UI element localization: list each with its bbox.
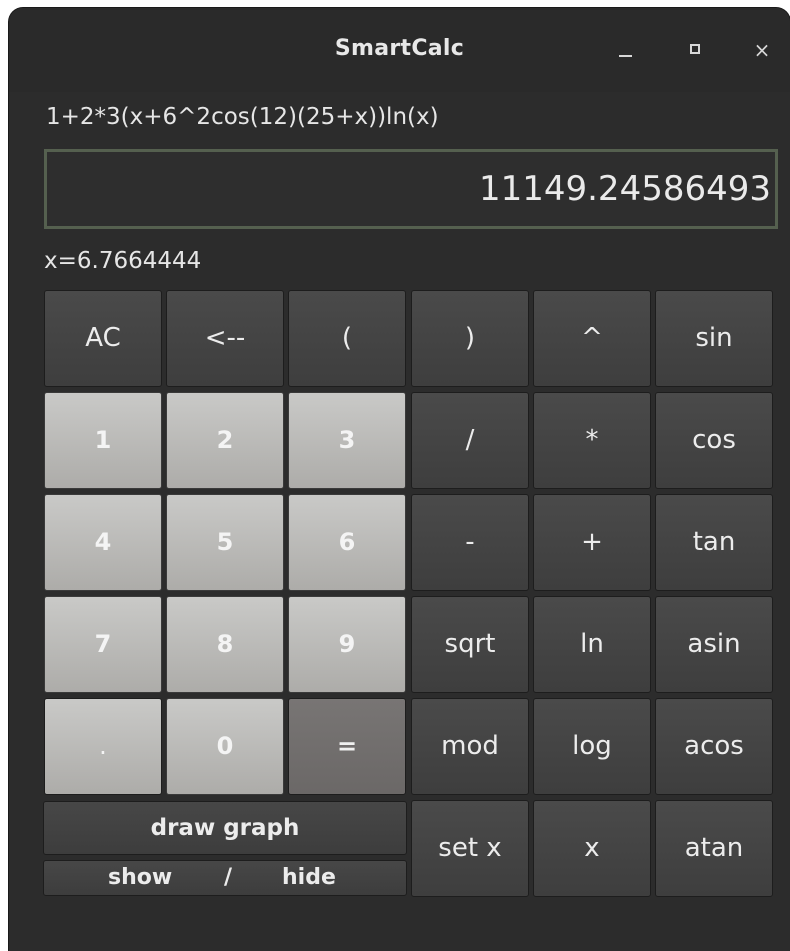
tan-button[interactable]: tan [655,494,773,591]
show-label: show [108,865,173,890]
minimize-button[interactable] [607,32,643,68]
close-button[interactable]: × [744,32,780,68]
draw-graph-button[interactable]: draw graph [43,801,407,855]
sqrt-button[interactable]: sqrt [411,596,529,693]
maximize-button[interactable] [678,32,714,68]
set-x-button[interactable]: set x [411,800,529,897]
decimal-point-button[interactable]: . [44,698,162,795]
atan-button[interactable]: atan [655,800,773,897]
mod-button[interactable]: mod [411,698,529,795]
acos-button[interactable]: acos [655,698,773,795]
digit-6-button[interactable]: 6 [288,494,406,591]
left-paren-button[interactable]: ( [288,290,406,387]
digit-4-button[interactable]: 4 [44,494,162,591]
log-button[interactable]: log [533,698,651,795]
equals-button[interactable]: = [288,698,406,795]
sin-button[interactable]: sin [655,290,773,387]
asin-button[interactable]: asin [655,596,773,693]
cos-button[interactable]: cos [655,392,773,489]
title-bar[interactable]: SmartCalc × [9,8,790,92]
calculator-window: SmartCalc × 1+2*3(x+6^2cos(12)(25+x))ln(… [9,8,790,951]
power-button[interactable]: ^ [533,290,651,387]
right-paren-button[interactable]: ) [411,290,529,387]
digit-0-button[interactable]: 0 [166,698,284,795]
plus-button[interactable]: + [533,494,651,591]
digit-3-button[interactable]: 3 [288,392,406,489]
digit-9-button[interactable]: 9 [288,596,406,693]
multiply-button[interactable]: * [533,392,651,489]
digit-8-button[interactable]: 8 [166,596,284,693]
show-hide-graph-button[interactable]: show / hide [43,860,407,896]
x-value-label: x=6.7664444 [44,248,202,274]
divide-button[interactable]: / [411,392,529,489]
maximize-icon [690,44,700,54]
minus-button[interactable]: - [411,494,529,591]
clear-button[interactable]: AC [44,290,162,387]
window-title: SmartCalc [334,36,465,61]
digit-5-button[interactable]: 5 [166,494,284,591]
backspace-button[interactable]: <-- [166,290,284,387]
close-icon: × [753,38,771,62]
digit-1-button[interactable]: 1 [44,392,162,489]
expression-label: 1+2*3(x+6^2cos(12)(25+x))ln(x) [46,104,439,130]
hide-label: hide [282,865,336,890]
result-display: 11149.24586493 [44,149,778,229]
x-variable-button[interactable]: x [533,800,651,897]
digit-2-button[interactable]: 2 [166,392,284,489]
digit-7-button[interactable]: 7 [44,596,162,693]
ln-button[interactable]: ln [533,596,651,693]
minimize-icon [619,55,632,57]
show-hide-separator: / [224,865,233,890]
